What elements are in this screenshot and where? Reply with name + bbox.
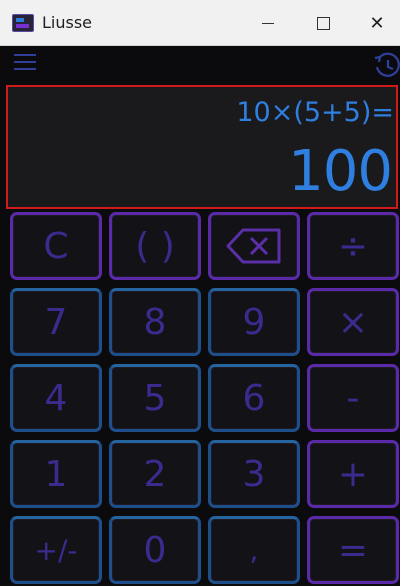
- close-icon: ✕: [369, 12, 385, 34]
- window-title: Liusse: [42, 13, 93, 32]
- equals-button[interactable]: =: [307, 516, 399, 584]
- digit-9-button[interactable]: 9: [208, 288, 300, 356]
- title-bar: Liusse ✕: [0, 0, 400, 46]
- hamburger-icon[interactable]: [14, 54, 36, 72]
- digit-8-button[interactable]: 8: [109, 288, 201, 356]
- result-text: 100: [288, 139, 393, 204]
- digit-1-button[interactable]: 1: [10, 440, 102, 508]
- minimize-button[interactable]: [241, 0, 295, 46]
- backspace-button[interactable]: [208, 212, 300, 280]
- expression-text: 10×(5+5)=: [236, 97, 394, 128]
- history-icon[interactable]: [372, 51, 400, 79]
- digit-6-button[interactable]: 6: [208, 364, 300, 432]
- multiply-button[interactable]: ×: [307, 288, 399, 356]
- sign-toggle-button[interactable]: +∕-: [10, 516, 102, 584]
- calculator-display: 10×(5+5)= 100: [6, 85, 398, 209]
- minimize-icon: [262, 22, 274, 24]
- digit-4-button[interactable]: 4: [10, 364, 102, 432]
- parentheses-button[interactable]: ( ): [109, 212, 201, 280]
- decimal-button[interactable]: ,: [208, 516, 300, 584]
- close-button[interactable]: ✕: [350, 0, 400, 46]
- digit-2-button[interactable]: 2: [109, 440, 201, 508]
- add-button[interactable]: +: [307, 440, 399, 508]
- digit-5-button[interactable]: 5: [109, 364, 201, 432]
- maximize-button[interactable]: [296, 0, 350, 46]
- app-icon: [12, 14, 34, 32]
- digit-0-button[interactable]: 0: [109, 516, 201, 584]
- backspace-icon: [226, 228, 281, 264]
- maximize-icon: [316, 16, 330, 30]
- keypad: C ( ) ÷ 7 8 9 × 4 5 6 - 1 2 3 + +∕- 0 , …: [10, 212, 400, 586]
- toolbar: [0, 47, 400, 84]
- divide-button[interactable]: ÷: [307, 212, 399, 280]
- clear-button[interactable]: C: [10, 212, 102, 280]
- digit-7-button[interactable]: 7: [10, 288, 102, 356]
- subtract-button[interactable]: -: [307, 364, 399, 432]
- digit-3-button[interactable]: 3: [208, 440, 300, 508]
